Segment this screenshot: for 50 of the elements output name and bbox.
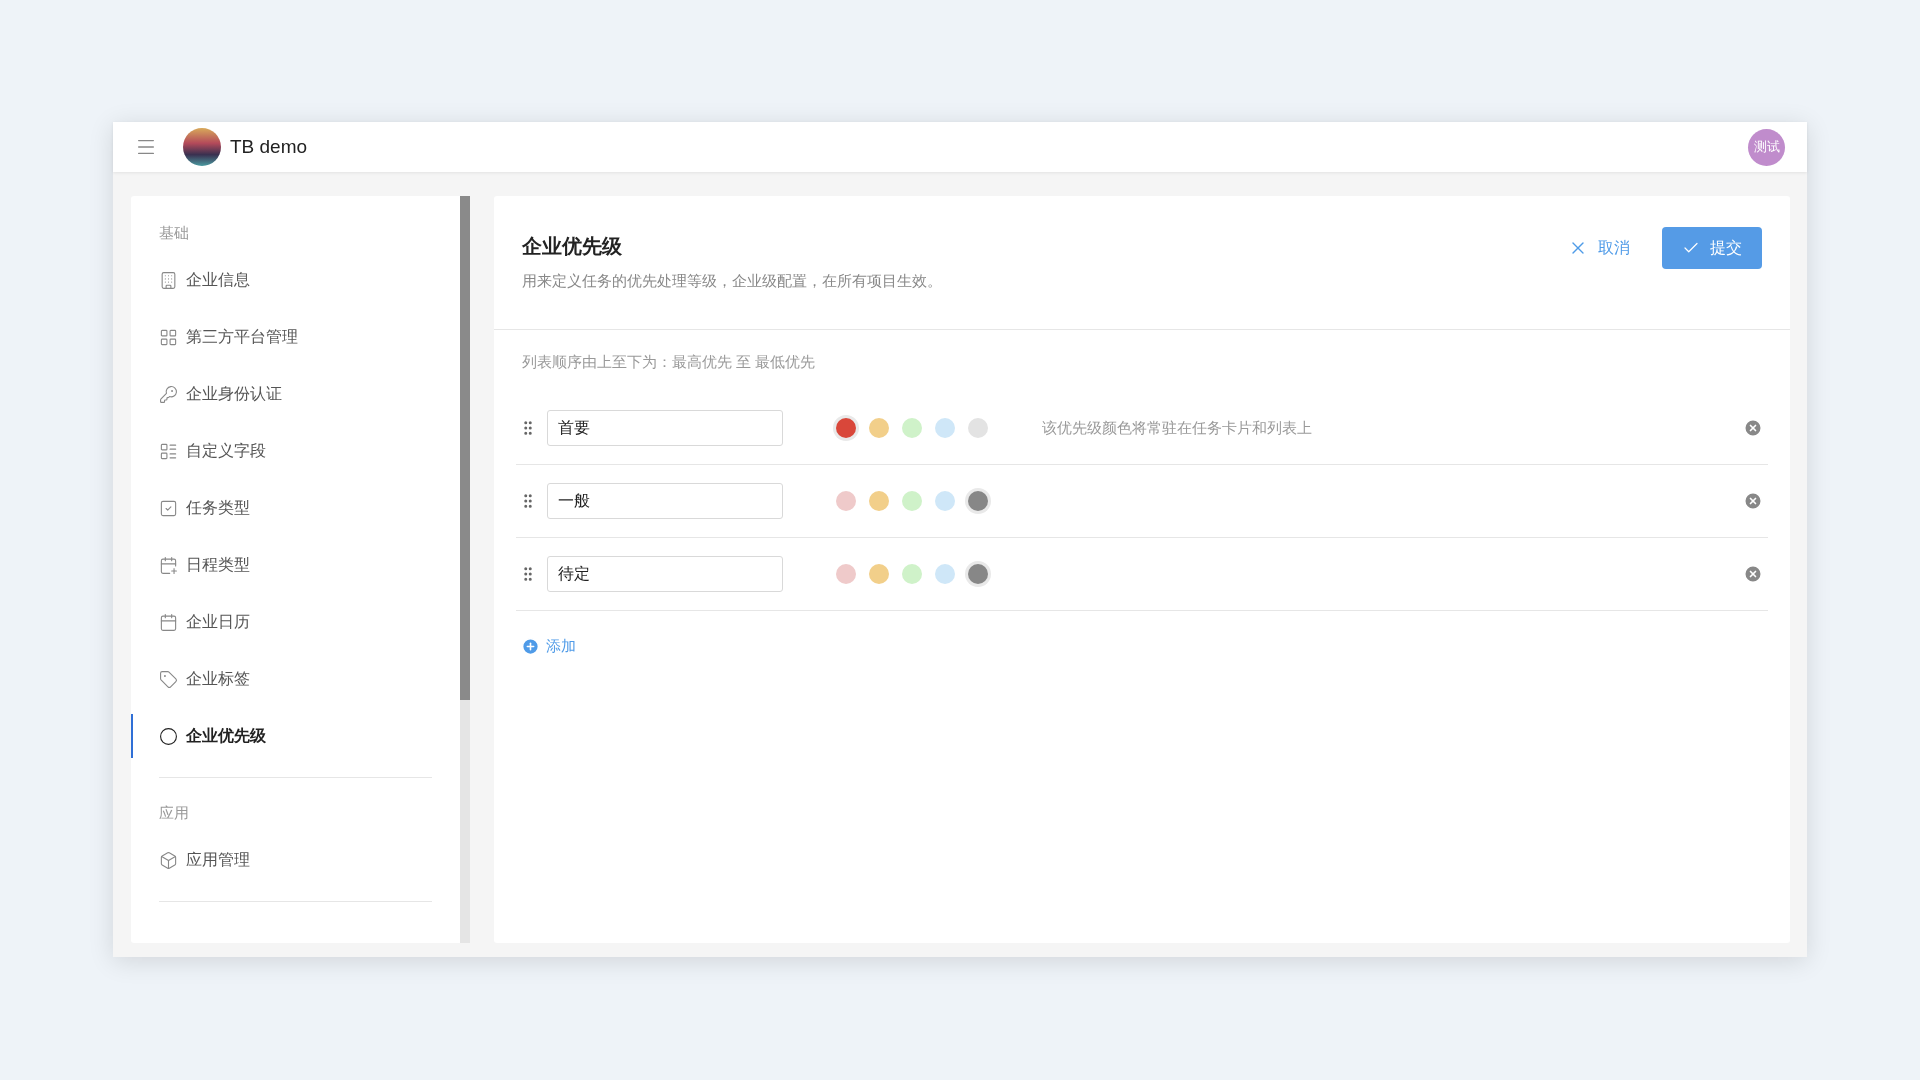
- color-swatch[interactable]: [968, 564, 988, 584]
- color-swatch[interactable]: [902, 418, 922, 438]
- priority-name-field[interactable]: 一般: [547, 483, 783, 519]
- page-title: 企业优先级: [522, 234, 623, 259]
- sidebar-item[interactable]: 应用管理: [131, 838, 460, 882]
- color-swatch[interactable]: [935, 418, 955, 438]
- sidebar-item[interactable]: 任务类型: [131, 486, 460, 530]
- priority-name-field[interactable]: 待定: [547, 556, 783, 592]
- checkbox-icon: [159, 498, 178, 518]
- circle-icon: [159, 726, 178, 746]
- color-swatch[interactable]: [836, 491, 856, 511]
- logo-icon: [183, 128, 221, 166]
- sidebar-item[interactable]: 企业身份认证: [131, 372, 460, 416]
- scrollbar-thumb[interactable]: [460, 196, 470, 700]
- building-icon: [159, 270, 178, 290]
- color-swatch[interactable]: [935, 491, 955, 511]
- app-title: TB demo: [230, 134, 308, 159]
- color-swatch[interactable]: [869, 491, 889, 511]
- remove-icon[interactable]: [1743, 491, 1763, 511]
- color-swatch[interactable]: [935, 564, 955, 584]
- sidebar-item[interactable]: 日程类型: [131, 543, 460, 587]
- sidebar-item[interactable]: 企业信息: [131, 258, 460, 302]
- calendar-icon: [159, 612, 178, 632]
- sidebar-item[interactable]: 企业标签: [131, 657, 460, 701]
- color-swatch[interactable]: [836, 564, 856, 584]
- grid-icon: [159, 327, 178, 347]
- section-label: 基础: [159, 222, 189, 243]
- color-swatch[interactable]: [869, 564, 889, 584]
- color-swatch[interactable]: [869, 418, 889, 438]
- sidebar-item[interactable]: 自定义字段: [131, 429, 460, 473]
- color-hint: 该优先级颜色将常驻在任务卡片和列表上: [1042, 417, 1312, 438]
- color-swatch[interactable]: [836, 418, 856, 438]
- page-description: 用来定义任务的优先处理等级，企业级配置，在所有项目生效。: [522, 271, 943, 291]
- list-icon: [159, 441, 178, 461]
- sidebar-item[interactable]: 第三方平台管理: [131, 315, 460, 359]
- calendar-icon: [159, 555, 178, 575]
- plus-icon: [521, 636, 540, 656]
- tag-icon: [159, 669, 178, 689]
- key-icon: [159, 384, 178, 404]
- remove-icon[interactable]: [1743, 564, 1763, 584]
- color-swatch[interactable]: [968, 491, 988, 511]
- remove-icon[interactable]: [1743, 418, 1763, 438]
- color-swatch[interactable]: [968, 418, 988, 438]
- color-swatch[interactable]: [902, 564, 922, 584]
- cube-icon: [159, 850, 178, 870]
- section-label: 应用: [159, 802, 189, 823]
- priority-name-field[interactable]: 首要: [547, 410, 783, 446]
- order-hint: 列表顺序由上至下为：最高优先 至 最低优先: [521, 352, 817, 372]
- sidebar-item[interactable]: 企业日历: [131, 600, 460, 644]
- color-swatch[interactable]: [902, 491, 922, 511]
